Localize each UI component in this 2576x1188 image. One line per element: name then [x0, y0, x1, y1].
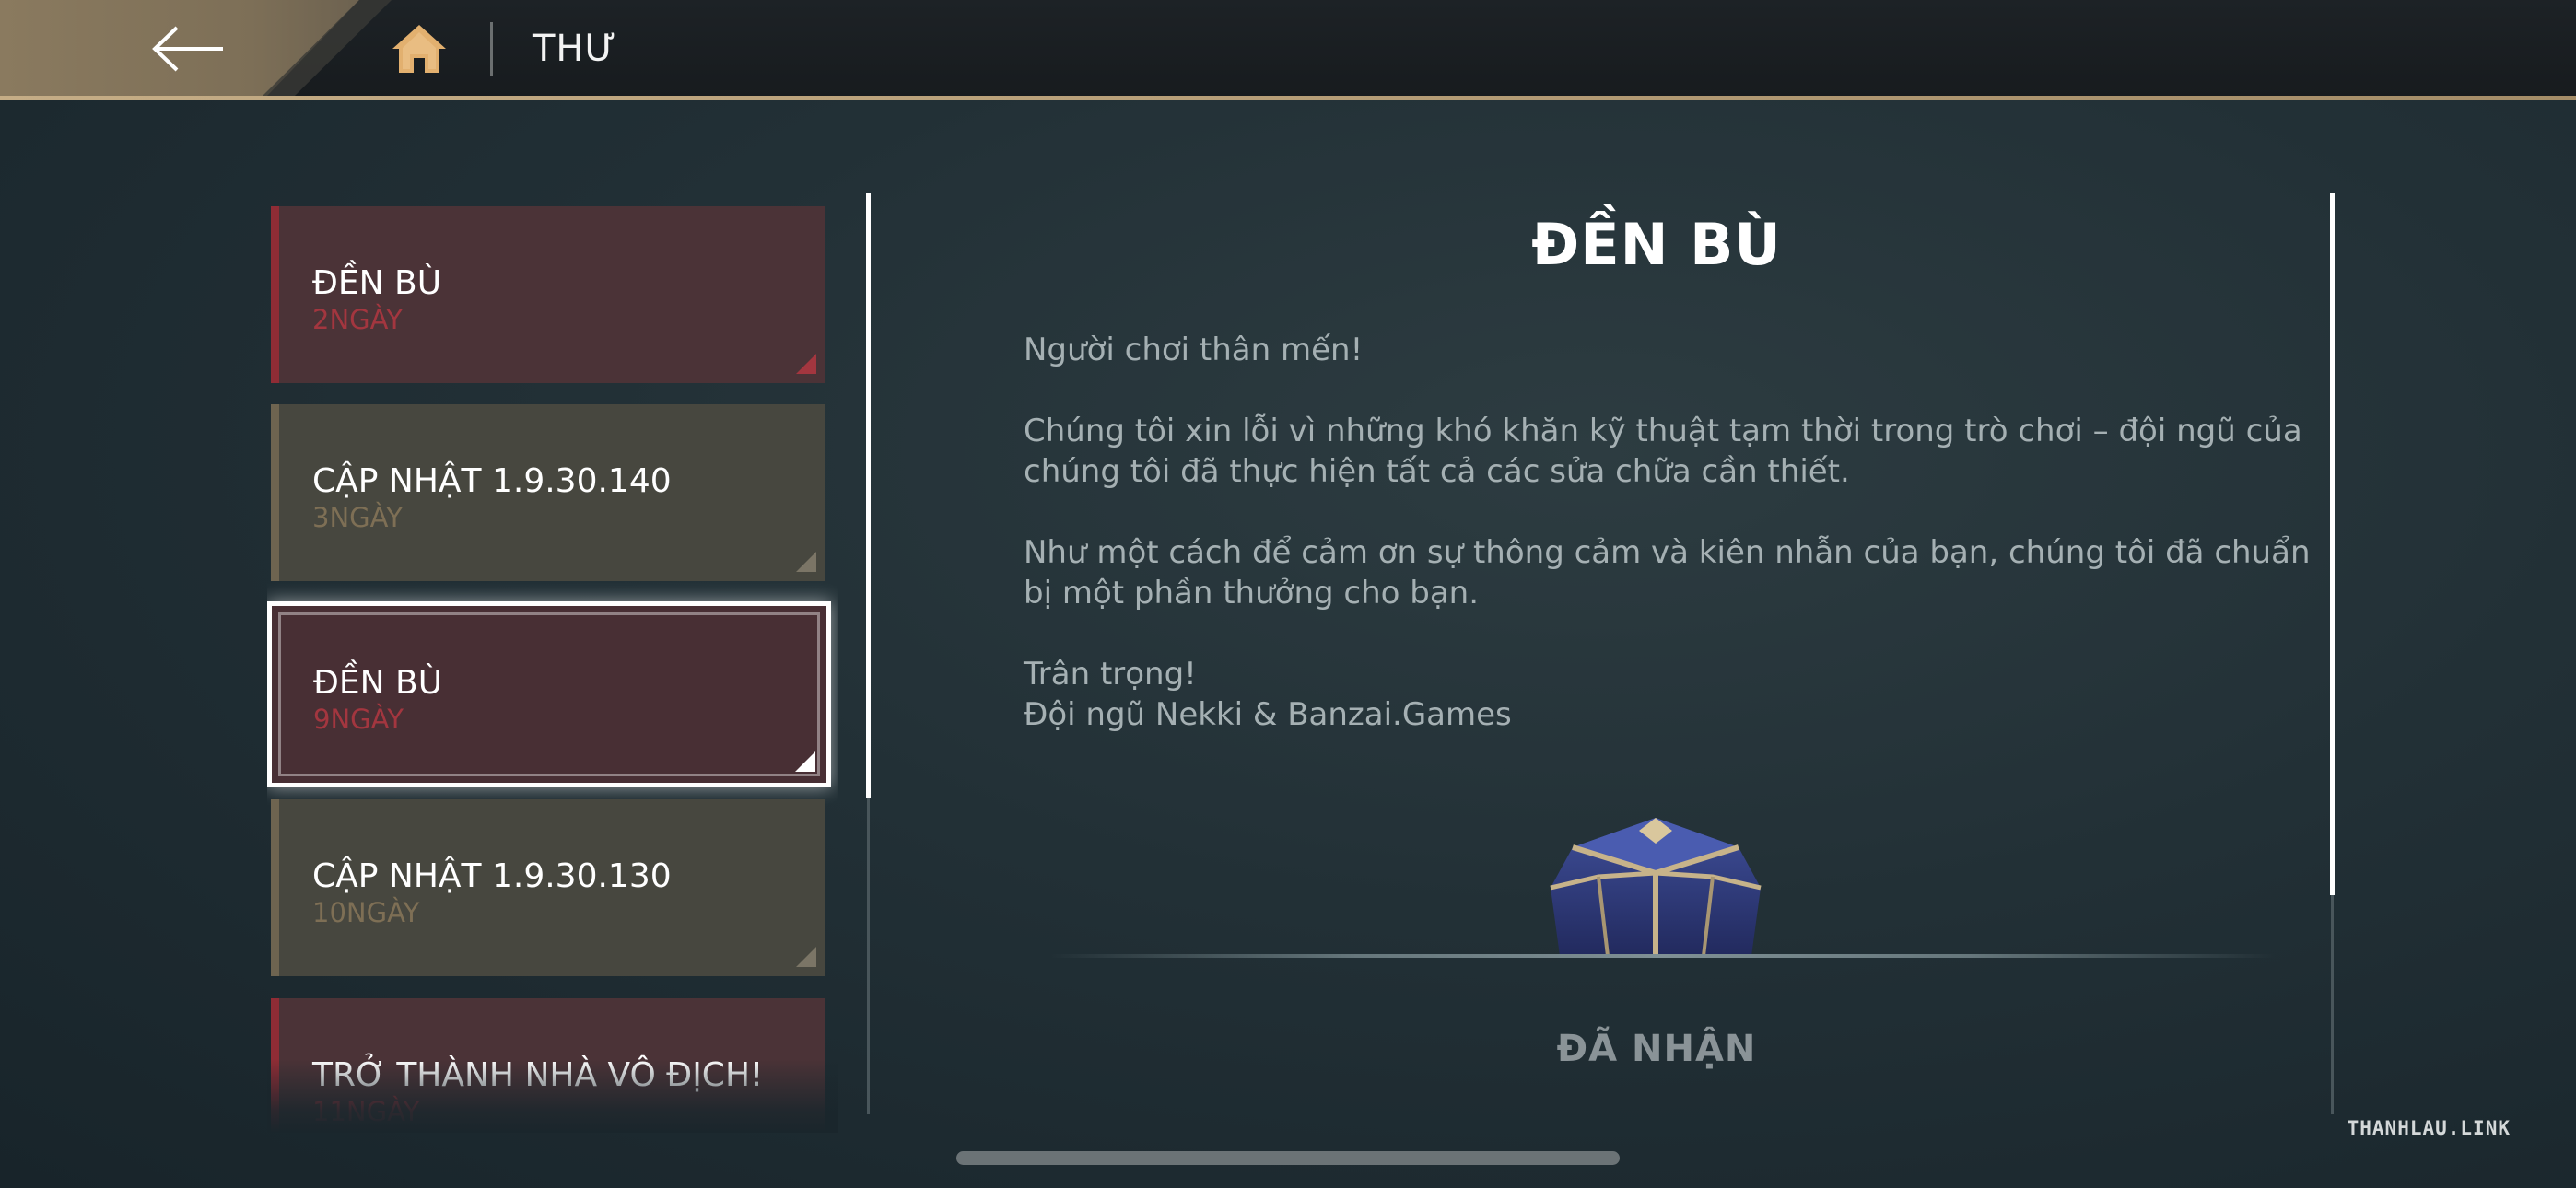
message-signature: Đội ngũ Nekki & Banzai.Games [1024, 696, 1512, 733]
watermark: THANHLAU.LINK [2347, 1117, 2511, 1139]
reward-chest-icon[interactable] [1543, 812, 1769, 957]
home-indicator[interactable] [956, 1151, 1620, 1165]
mail-item-update-1-9-30-130[interactable]: CẬP NHẬT 1.9.30.130 10NGÀY [271, 799, 825, 976]
message-paragraph-2: Như một cách để cảm ơn sự thông cảm và k… [1024, 534, 2311, 611]
mail-item-compensation-9-days[interactable]: ĐỀN BÙ 9NGÀY [267, 601, 831, 787]
message-title: ĐỀN BÙ [1531, 211, 1782, 278]
message-greeting: Người chơi thân mến! [1024, 332, 1364, 368]
back-arrow-icon [152, 26, 223, 72]
mail-item-update-1-9-30-140[interactable]: CẬP NHẬT 1.9.30.140 3NGÀY [271, 404, 825, 581]
home-icon [392, 25, 446, 73]
mail-list[interactable]: ĐỀN BÙ 2NGÀY CẬP NHẬT 1.9.30.140 3NGÀY Đ… [267, 203, 838, 1133]
mail-item-age: 3NGÀY [312, 502, 403, 533]
mail-item-age: 9NGÀY [313, 704, 404, 735]
message-body: Người chơi thân mến! Chúng tôi xin lỗi v… [1024, 330, 2313, 735]
mail-item-age: 2NGÀY [312, 304, 403, 335]
top-bar-divider [0, 96, 2576, 100]
home-button[interactable] [387, 20, 451, 77]
corner-marker-icon [796, 947, 816, 967]
mail-item-title: CẬP NHẬT 1.9.30.140 [312, 462, 672, 500]
mail-item-title: ĐỀN BÙ [312, 264, 442, 302]
received-status-label: ĐÃ NHẬN [1556, 1028, 1757, 1070]
corner-marker-icon [795, 751, 815, 772]
mail-list-scrollbar-thumb[interactable] [866, 193, 871, 798]
mail-item-compensation-2-days[interactable]: ĐỀN BÙ 2NGÀY [271, 206, 825, 383]
mail-item-age: 11NGÀY [312, 1096, 420, 1127]
mail-item-title: TRỞ THÀNH NHÀ VÔ ĐỊCH! [312, 1056, 764, 1094]
message-closing: Trân trọng! [1024, 656, 1197, 693]
mail-item-become-champion[interactable]: TRỞ THÀNH NHÀ VÔ ĐỊCH! 11NGÀY [271, 998, 825, 1133]
message-scrollbar-thumb[interactable] [2330, 193, 2335, 895]
reward-divider [1050, 954, 2276, 958]
corner-marker-icon [796, 354, 816, 374]
mail-item-age: 10NGÀY [312, 897, 420, 928]
reward-chest-graphic [1550, 818, 1762, 957]
message-paragraph-1: Chúng tôi xin lỗi vì những khó khăn kỹ t… [1024, 413, 2302, 490]
page-title: THƯ [533, 28, 617, 70]
mail-item-title: ĐỀN BÙ [313, 664, 443, 702]
mail-item-title: CẬP NHẬT 1.9.30.130 [312, 857, 672, 895]
corner-marker-icon [796, 552, 816, 572]
title-divider [490, 22, 493, 76]
back-button[interactable] [147, 18, 230, 79]
